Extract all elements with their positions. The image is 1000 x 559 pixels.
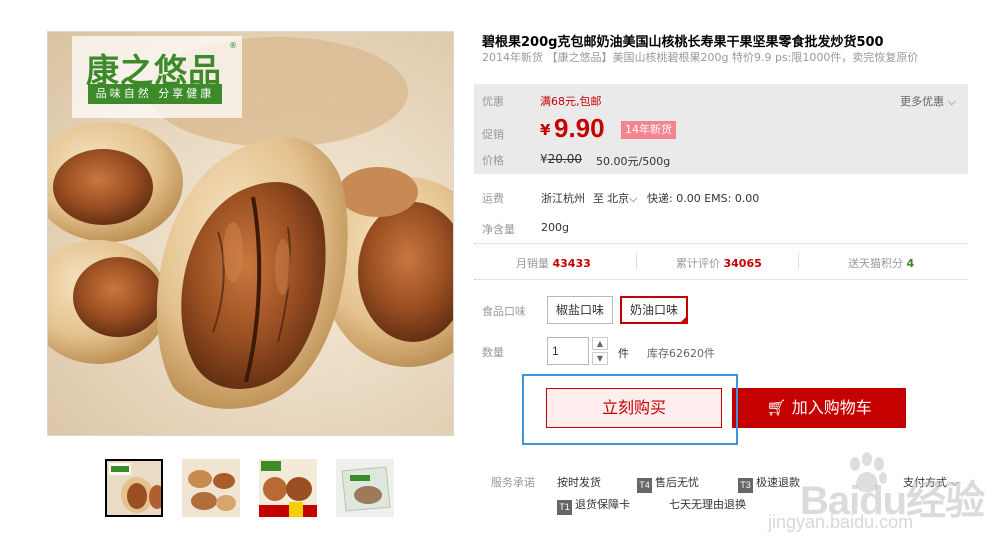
service-return-card[interactable]: T1 退货保障卡 — [557, 496, 630, 515]
service-return-card-label: 退货保障卡 — [575, 498, 630, 511]
t3-icon: T3 — [738, 478, 753, 493]
sale-label: 促销 — [482, 128, 504, 141]
quantity-input[interactable]: 1 — [547, 337, 589, 365]
service-fast-refund-label: 极速退款 — [756, 476, 800, 489]
promo-value: 满68元,包邮 — [540, 95, 602, 108]
thumbnail-2[interactable] — [182, 459, 240, 517]
price-panel: 优惠 满68元,包邮 更多优惠 ⌵ 促销 ¥ 9.90 14年新货 价格 ¥20… — [474, 84, 968, 174]
stock-count: 库存62620件 — [647, 347, 715, 360]
total-reviews-value: 34065 — [723, 257, 762, 270]
service-7day-return[interactable]: 七天无理由退换 — [669, 496, 746, 512]
add-to-cart-label: 加入购物车 — [791, 398, 872, 417]
tmall-points-value: 4 — [906, 257, 915, 270]
currency-symbol: ¥ — [540, 121, 551, 139]
net-weight-label: 净含量 — [482, 223, 515, 236]
t1-icon: T1 — [557, 500, 572, 515]
annotation-highlight-box — [522, 374, 738, 445]
original-price-value: 20.00 — [547, 152, 582, 166]
net-weight-value: 200g — [541, 221, 569, 234]
product-subtitle: 2014年新货 【康之悠品】美国山核桃碧根果200g 特价9.9 ps:限100… — [482, 51, 919, 64]
flavor-label: 食品口味 — [482, 305, 526, 318]
monthly-sales-value: 43433 — [552, 257, 591, 270]
service-fast-refund[interactable]: T3 极速退款 — [738, 474, 800, 493]
more-promos-label: 更多优惠 — [900, 95, 945, 108]
flavor-option-cream-label: 奶油口味 — [630, 303, 679, 317]
total-reviews[interactable]: 累计评价 34065 — [676, 255, 762, 271]
ship-to-select[interactable]: 北京⌵ — [607, 190, 637, 206]
tmall-points: 送天猫积分 4 — [848, 255, 914, 271]
stats-bar: 月销量 43433 累计评价 34065 送天猫积分 4 — [474, 244, 968, 279]
quantity-decrease-button[interactable]: ▼ — [592, 352, 608, 365]
monthly-sales: 月销量 43433 — [516, 255, 591, 271]
chevron-down-icon: ⌵ — [944, 95, 956, 108]
product-title: 碧根果200g克包邮奶油美国山核桃长寿果干果坚果零食批发炒货500 — [482, 35, 884, 50]
watermark-url: jingyan.baidu.com — [768, 512, 914, 532]
ship-to-word: 至 — [593, 192, 604, 205]
ship-to-value: 北京 — [607, 192, 629, 205]
brand-slogan: 品味自然 分享健康 — [88, 84, 222, 104]
promo-label: 优惠 — [482, 95, 504, 108]
add-to-cart-button[interactable]: 🛒︎ 加入购物车 — [732, 388, 906, 428]
services-label: 服务承诺 — [491, 476, 535, 489]
selected-check-icon — [679, 315, 689, 324]
service-aftersale[interactable]: T4 售后无忧 — [637, 474, 699, 493]
divider — [474, 279, 968, 280]
total-reviews-label: 累计评价 — [676, 257, 720, 270]
chevron-down-icon: ⌵ — [629, 192, 638, 205]
flavor-option-cream[interactable]: 奶油口味 — [620, 296, 689, 324]
tmall-points-label: 送天猫积分 — [848, 257, 903, 270]
thumbnail-image — [107, 461, 161, 515]
thumbnail-3[interactable] — [259, 459, 317, 517]
quantity-increase-button[interactable]: ▲ — [592, 337, 608, 350]
quantity-label: 数量 — [482, 346, 504, 359]
registered-mark: ® — [229, 41, 237, 50]
shipping-fees: 快递: 0.00 EMS: 0.00 — [647, 192, 760, 205]
shipping-label: 运费 — [482, 192, 504, 205]
monthly-sales-label: 月销量 — [516, 257, 549, 270]
ship-from: 浙江杭州 — [541, 192, 585, 205]
cart-icon: 🛒︎ — [766, 398, 792, 417]
t4-icon: T4 — [637, 478, 652, 493]
original-price-label: 价格 — [482, 154, 504, 167]
thumbnail-image — [259, 459, 317, 517]
more-promos-link[interactable]: 更多优惠 ⌵ — [900, 93, 956, 109]
service-aftersale-label: 售后无忧 — [655, 476, 699, 489]
flavor-option-salt[interactable]: 椒盐口味 — [547, 296, 614, 324]
unit-price: 50.00元/500g — [596, 155, 671, 168]
thumbnail-image — [182, 459, 240, 517]
service-on-time[interactable]: 按时发货 — [557, 474, 601, 490]
divider — [636, 253, 637, 269]
thumbnail-4[interactable] — [336, 459, 394, 517]
original-price: ¥20.00 — [540, 152, 582, 166]
divider — [798, 253, 799, 269]
quantity-unit: 件 — [618, 347, 629, 360]
original-currency: ¥ — [540, 152, 548, 166]
sale-price: 9.90 — [554, 113, 605, 143]
thumbnail-image — [336, 459, 394, 517]
new-stock-badge: 14年新货 — [621, 121, 676, 139]
thumbnail-1[interactable] — [105, 459, 163, 517]
